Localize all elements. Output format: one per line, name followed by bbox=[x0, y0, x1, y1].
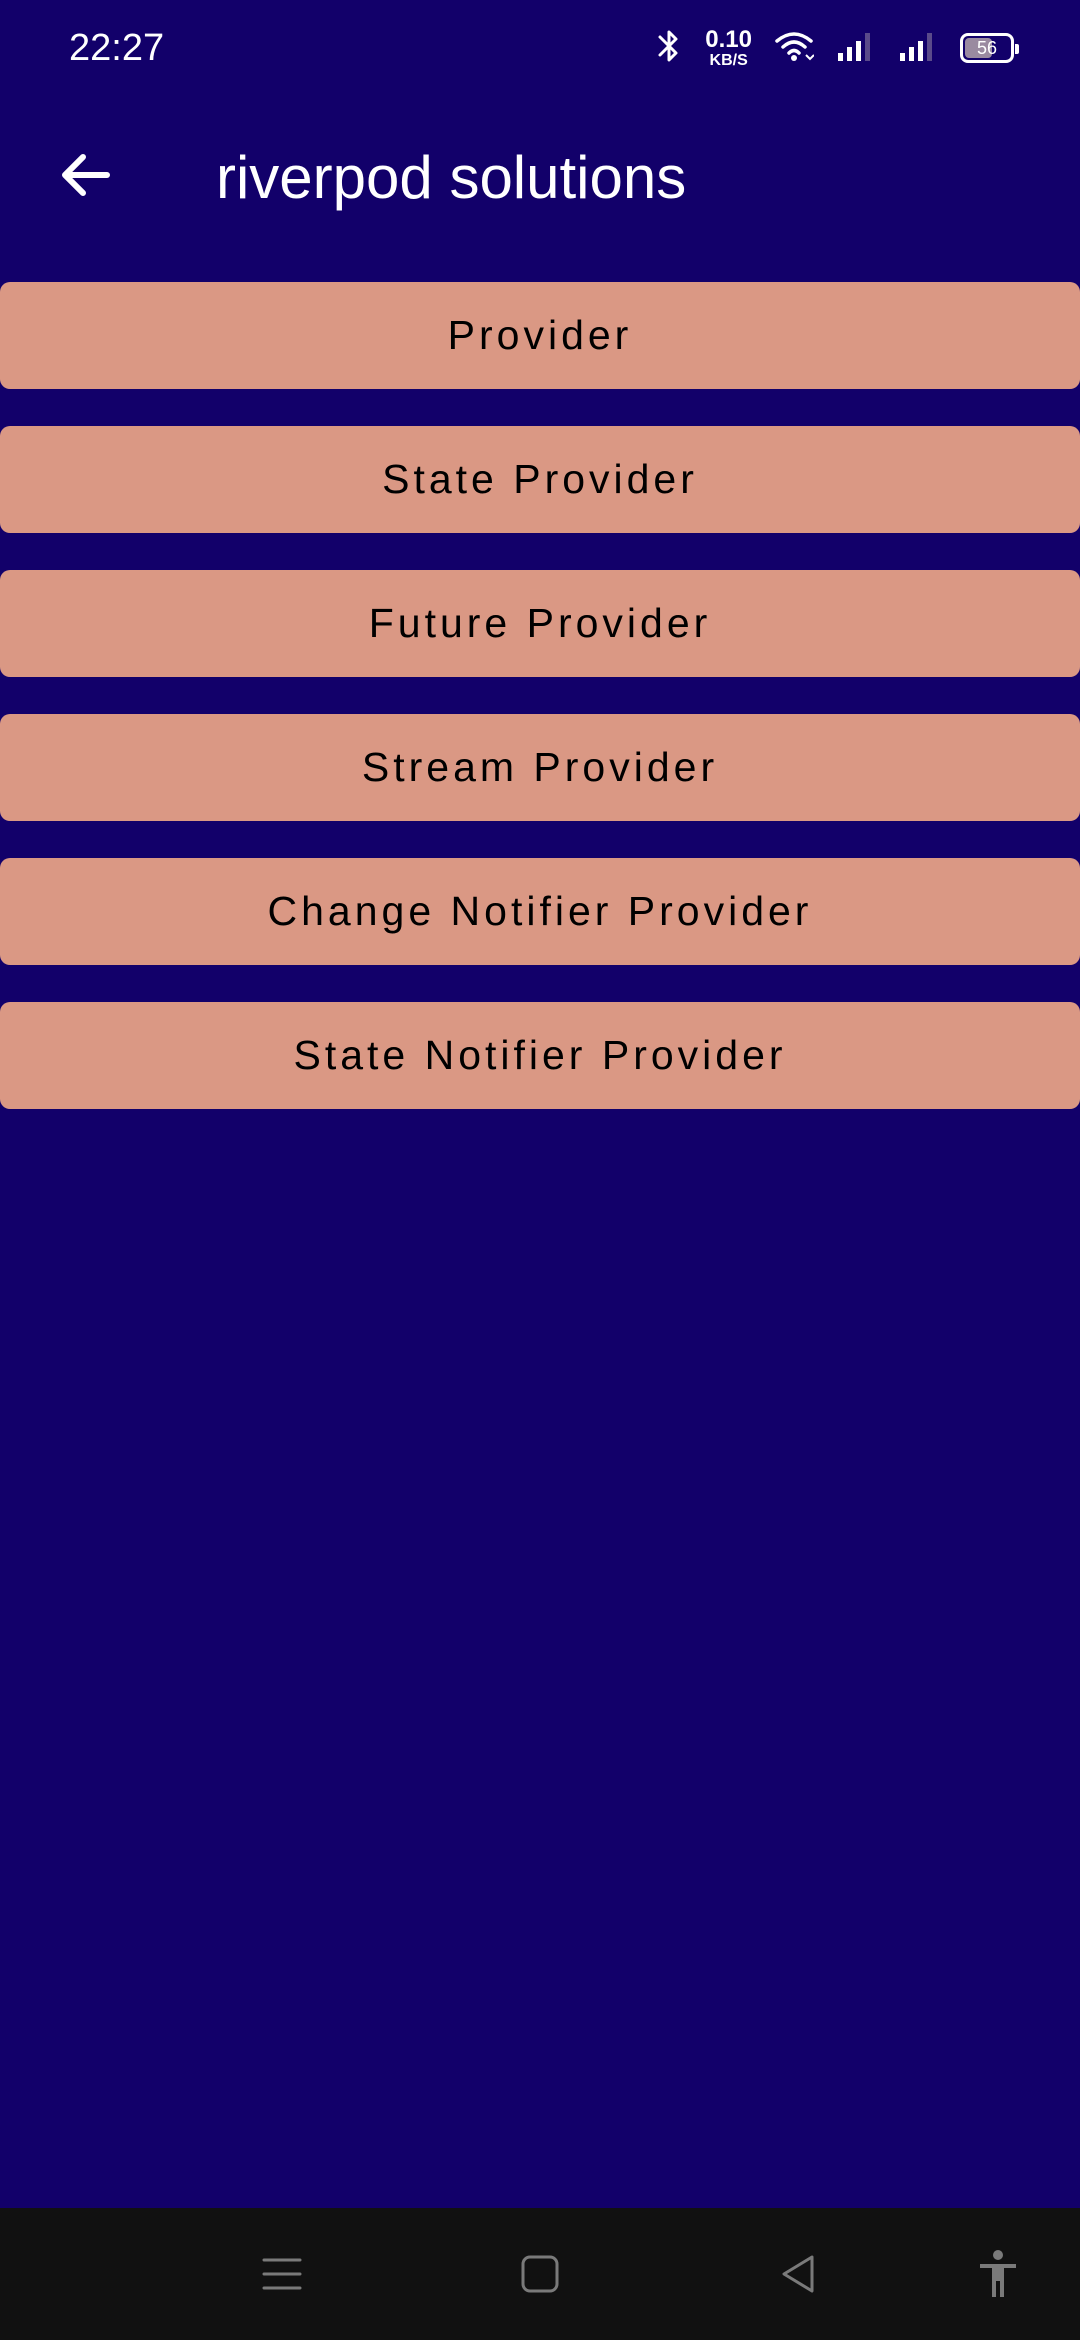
back-icon bbox=[776, 2252, 820, 2301]
menu-icon bbox=[260, 2252, 304, 2301]
page-title: riverpod solutions bbox=[216, 144, 687, 211]
change-notifier-provider-button[interactable]: Change Notifier Provider bbox=[0, 858, 1080, 965]
state-notifier-provider-button[interactable]: State Notifier Provider bbox=[0, 1002, 1080, 1109]
accessibility-button[interactable] bbox=[968, 2246, 1028, 2306]
home-button[interactable] bbox=[510, 2246, 570, 2306]
signal-icon bbox=[836, 29, 876, 68]
system-nav-bar bbox=[0, 2208, 1080, 2340]
arrow-left-icon bbox=[57, 147, 113, 208]
signal-icon bbox=[898, 29, 938, 68]
network-speed-value: 0.10 bbox=[705, 25, 752, 53]
nav-back-button[interactable] bbox=[768, 2246, 828, 2306]
status-bar: 22:27 0.10 KB/S 56 bbox=[0, 0, 1080, 96]
battery-level: 56 bbox=[976, 37, 998, 58]
future-provider-button[interactable]: Future Provider bbox=[0, 570, 1080, 677]
network-speed-unit: KB/S bbox=[709, 51, 748, 69]
bluetooth-icon bbox=[655, 27, 683, 70]
wifi-icon bbox=[774, 29, 815, 68]
state-provider-button[interactable]: State Provider bbox=[0, 426, 1080, 533]
status-time: 22:27 bbox=[69, 27, 165, 69]
provider-button-list: Provider State Provider Future Provider … bbox=[0, 282, 1080, 1146]
app-bar: riverpod solutions bbox=[0, 96, 1080, 264]
menu-button[interactable] bbox=[252, 2246, 312, 2306]
provider-button[interactable]: Provider bbox=[0, 282, 1080, 389]
home-icon bbox=[518, 2252, 562, 2301]
battery-icon: 56 bbox=[960, 33, 1019, 63]
network-speed: 0.10 KB/S bbox=[705, 25, 752, 69]
status-icons: 0.10 KB/S 56 bbox=[655, 25, 1019, 70]
stream-provider-button[interactable]: Stream Provider bbox=[0, 714, 1080, 821]
back-button[interactable] bbox=[40, 132, 130, 222]
accessibility-icon bbox=[976, 2249, 1020, 2304]
